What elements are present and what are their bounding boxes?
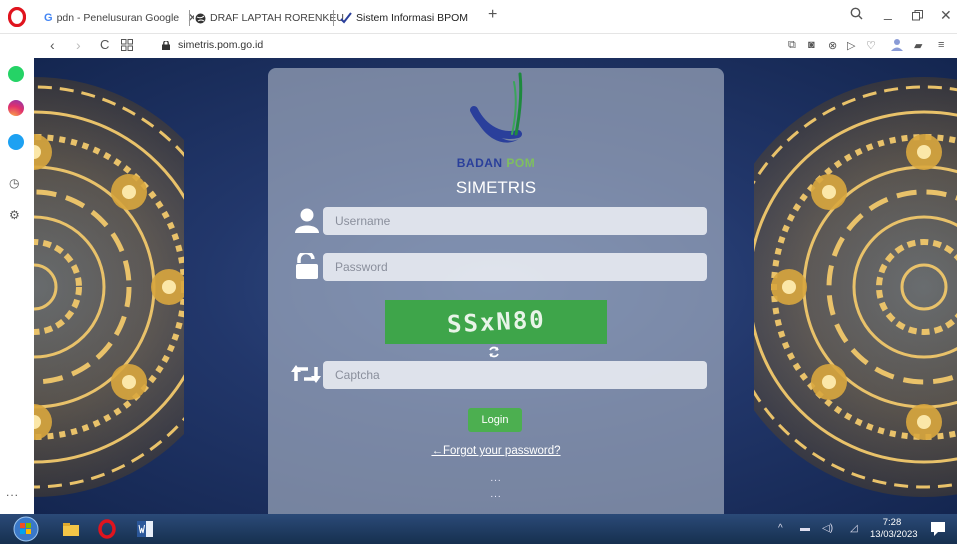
tab-label: Sistem Informasi BPOM xyxy=(356,12,469,24)
tab-divider xyxy=(333,10,334,26)
brand-name: BADAN POM xyxy=(268,156,724,170)
clock-time: 7:28 xyxy=(882,517,902,528)
profile-avatar[interactable] xyxy=(891,38,903,54)
ellipsis: ... xyxy=(490,473,502,484)
windows-taskbar: ^ ▬ ◁) ◿ 7:28 13/03/2023 xyxy=(0,514,957,544)
show-hidden-icons[interactable]: ^ xyxy=(778,523,783,534)
tab-draf-laptah[interactable]: DRAF LAPTAH RORENKEU ✕ xyxy=(195,8,345,28)
mandala-decoration-left xyxy=(34,77,184,497)
brand-badan: BADAN xyxy=(456,156,503,170)
badan-pom-logo-icon xyxy=(470,72,523,143)
login-panel: BADAN POM SIMETRIS SSxN80 L xyxy=(268,68,724,514)
user-icon xyxy=(295,208,319,233)
google-icon: G xyxy=(44,12,53,24)
page-viewport: BADAN POM SIMETRIS SSxN80 L xyxy=(34,58,957,514)
tab-divider xyxy=(189,10,190,26)
speed-dial-icon[interactable] xyxy=(121,38,133,54)
browser-tab-bar: G pdn - Penelusuran Google ✕ DRAF LAPTAH… xyxy=(0,0,957,34)
page-title: SIMETRIS xyxy=(455,178,537,197)
sidebar-more-icon[interactable]: ... xyxy=(6,485,19,499)
mandala-decoration-right xyxy=(754,77,957,497)
opera-taskbar-icon[interactable] xyxy=(96,518,118,540)
opera-logo-icon[interactable] xyxy=(8,7,26,27)
camera-icon[interactable]: ◙ xyxy=(808,39,815,51)
search-tabs-icon[interactable] xyxy=(850,7,863,23)
instagram-icon[interactable] xyxy=(8,100,24,116)
forgot-password-link[interactable]: ←Forgot your password? xyxy=(268,445,724,457)
tab-label: DRAF LAPTAH RORENKEU xyxy=(210,12,344,24)
captcha-text: SSxN80 xyxy=(445,305,547,339)
brand-pom: POM xyxy=(506,156,536,170)
ellipsis: ... xyxy=(490,489,502,500)
username-input[interactable] xyxy=(323,207,707,235)
volume-icon[interactable]: ◁) xyxy=(822,523,833,534)
refresh-captcha-icon[interactable] xyxy=(488,346,500,361)
globe-icon xyxy=(195,12,206,24)
opera-sidebar: ◷ ⚙ ... xyxy=(0,58,34,514)
retweet-icon xyxy=(291,365,321,383)
start-button[interactable] xyxy=(12,516,40,542)
restore-button[interactable] xyxy=(912,8,923,24)
easy-setup-icon[interactable]: ≡ xyxy=(938,39,944,51)
reload-icon[interactable]: C xyxy=(100,37,109,52)
password-input[interactable] xyxy=(323,253,707,281)
system-clock[interactable]: 7:28 13/03/2023 xyxy=(870,517,918,541)
captcha-input[interactable] xyxy=(323,361,707,389)
minimize-button[interactable]: _ xyxy=(884,4,892,20)
battery-tray-icon[interactable]: ▬ xyxy=(800,523,810,534)
heart-icon[interactable]: ♡ xyxy=(866,39,876,52)
notification-icon[interactable] xyxy=(930,521,946,537)
wifi-icon[interactable]: ◿ xyxy=(850,523,858,534)
captcha-image: SSxN80 xyxy=(385,300,607,344)
forward-icon[interactable]: › xyxy=(76,37,81,53)
check-icon xyxy=(340,12,352,24)
url-input[interactable]: simetris.pom.go.id xyxy=(178,39,263,51)
tab-sistem-informasi-bpom[interactable]: Sistem Informasi BPOM ✕ xyxy=(340,8,480,28)
close-window-button[interactable]: ✕ xyxy=(940,7,952,24)
tab-google-search[interactable]: G pdn - Penelusuran Google ✕ xyxy=(44,8,194,28)
word-icon[interactable] xyxy=(134,518,156,540)
settings-gear-icon[interactable]: ⚙ xyxy=(9,208,20,222)
history-icon[interactable]: ◷ xyxy=(9,176,19,190)
battery-icon[interactable]: ▰ xyxy=(914,39,922,52)
file-explorer-icon[interactable] xyxy=(60,518,82,540)
flow-icon[interactable]: ▷ xyxy=(847,39,855,52)
lock-icon xyxy=(162,41,170,50)
tab-label: pdn - Penelusuran Google xyxy=(56,12,180,24)
unlock-icon xyxy=(296,253,318,279)
share-icon[interactable]: ⧉ xyxy=(788,39,796,52)
adblock-icon[interactable]: ⊗ xyxy=(828,39,837,52)
back-icon[interactable]: ‹ xyxy=(50,37,55,53)
login-button[interactable]: Login xyxy=(468,408,522,432)
whatsapp-icon[interactable] xyxy=(8,66,24,82)
address-bar: ‹ › C simetris.pom.go.id ⧉ ◙ ⊗ ▷ ♡ ▰ ≡ xyxy=(0,34,957,58)
clock-date: 13/03/2023 xyxy=(870,529,918,540)
twitter-icon[interactable] xyxy=(8,134,24,150)
new-tab-button[interactable]: + xyxy=(488,6,497,24)
